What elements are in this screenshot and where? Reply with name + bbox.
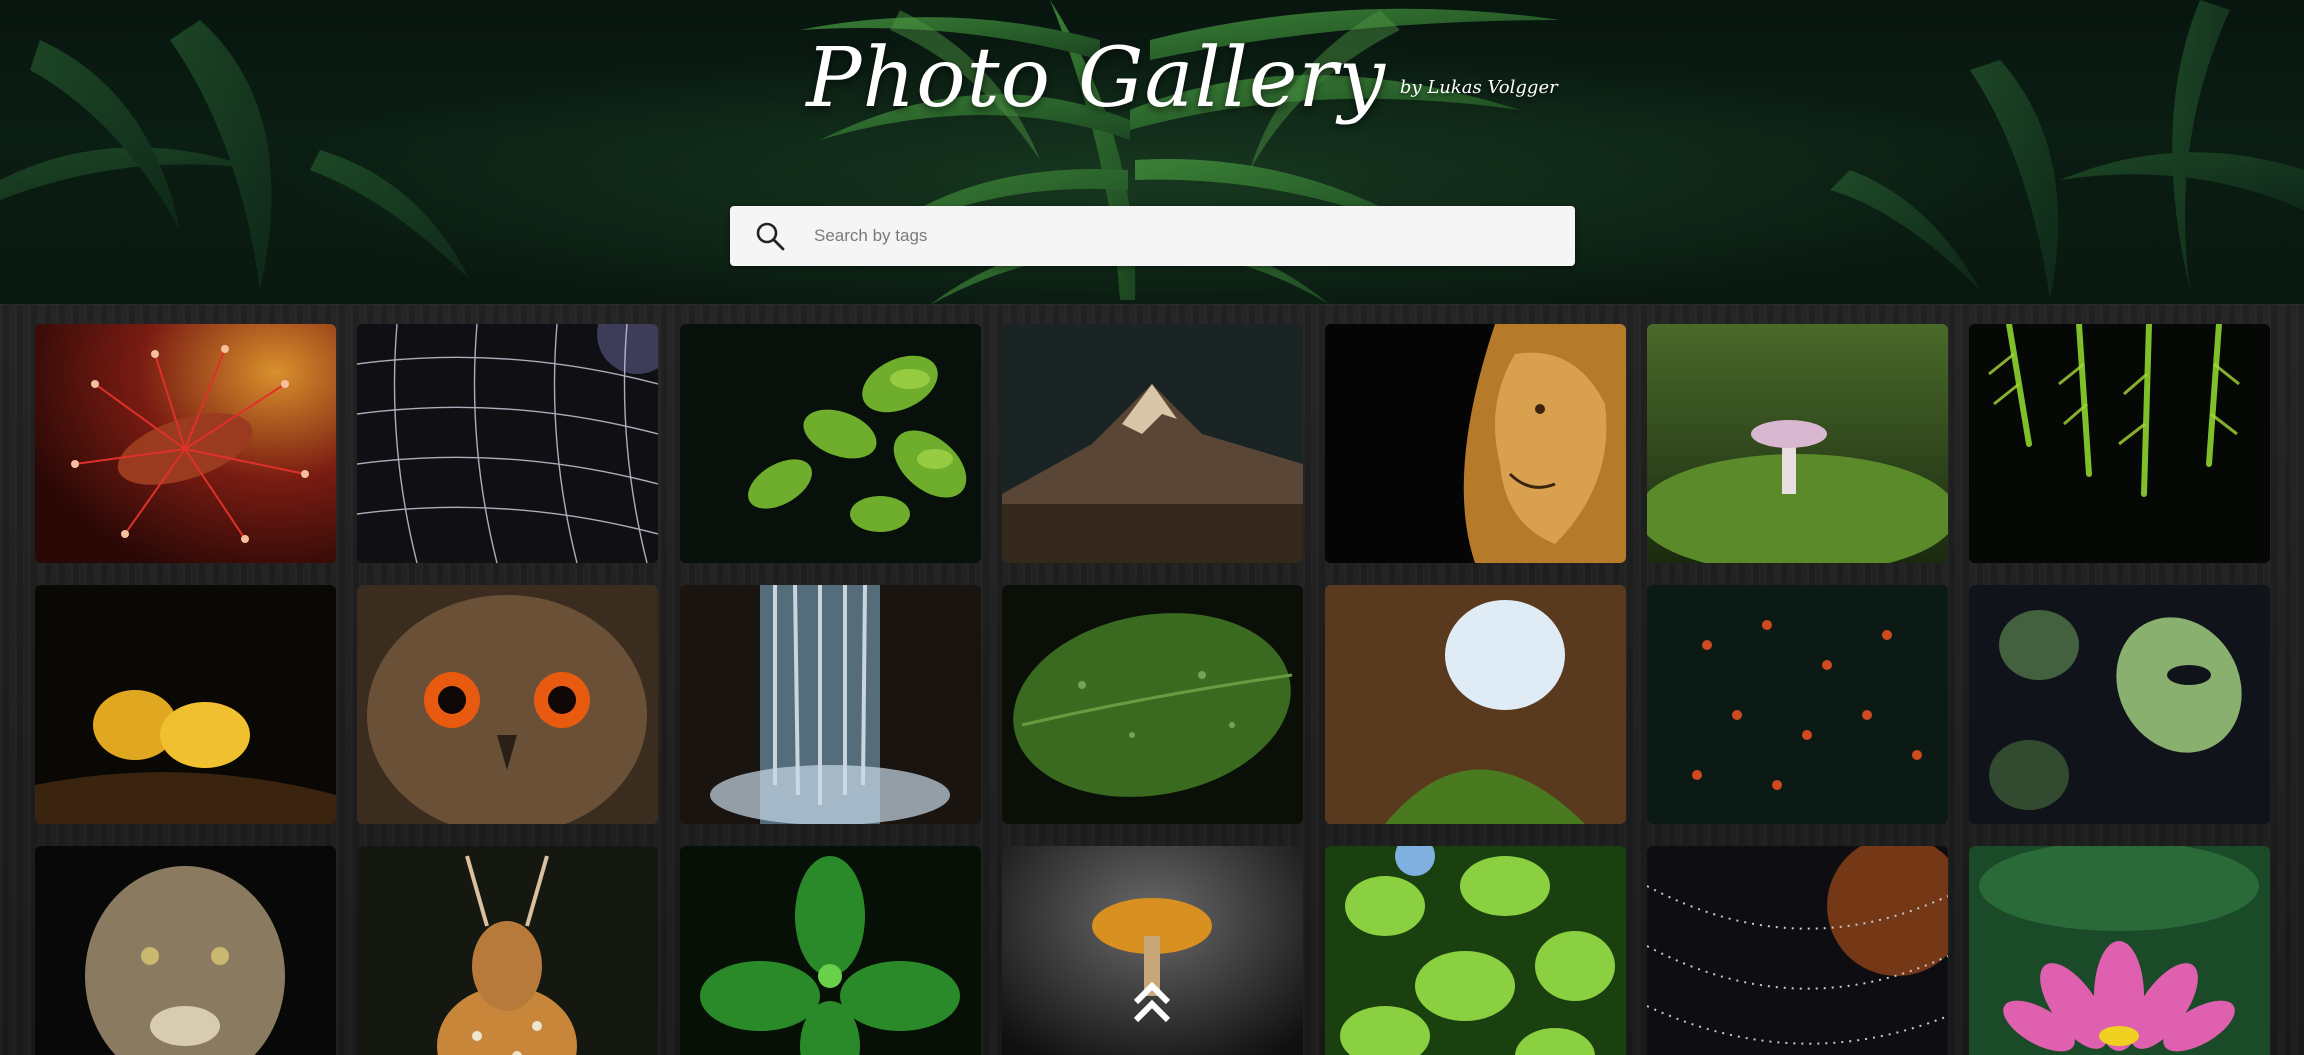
photo-sunlit-leaves[interactable] (1324, 846, 1626, 1055)
photo-lotus[interactable] (1969, 846, 2271, 1055)
double-chevron-up-icon[interactable] (1130, 978, 1174, 1028)
photo-owl[interactable] (357, 585, 659, 824)
photo-monstera[interactable] (1969, 585, 2271, 824)
photo-leaf-drops[interactable] (1002, 585, 1304, 824)
photo-green-leaves[interactable] (679, 324, 981, 563)
search-bar (730, 206, 1575, 266)
photo-dew-web[interactable] (1646, 846, 1948, 1055)
photo-mountain[interactable] (1002, 324, 1304, 563)
photo-fern[interactable] (1969, 324, 2271, 563)
header-banner: Photo Gallery by Lukas Volgger (0, 0, 2304, 305)
photo-waterfall[interactable] (679, 585, 981, 824)
photo-deer[interactable] (357, 846, 659, 1055)
search-input[interactable] (810, 206, 1575, 266)
photo-lantern-fruit[interactable] (35, 585, 336, 824)
page-title: Photo Gallery (806, 31, 1386, 126)
photo-berries[interactable] (1646, 585, 1948, 824)
search-icon[interactable] (730, 206, 810, 266)
photo-sundew[interactable] (35, 324, 336, 563)
photo-cave[interactable] (1324, 585, 1626, 824)
author-byline: by Lukas Volgger (1399, 77, 1558, 98)
photo-mushroom[interactable] (1646, 324, 1948, 563)
photo-spider-web[interactable] (357, 324, 659, 563)
photo-grid (0, 305, 2304, 1055)
photo-cougar[interactable] (35, 846, 336, 1055)
photo-nettle[interactable] (679, 846, 981, 1055)
photo-lion[interactable] (1324, 324, 1626, 563)
